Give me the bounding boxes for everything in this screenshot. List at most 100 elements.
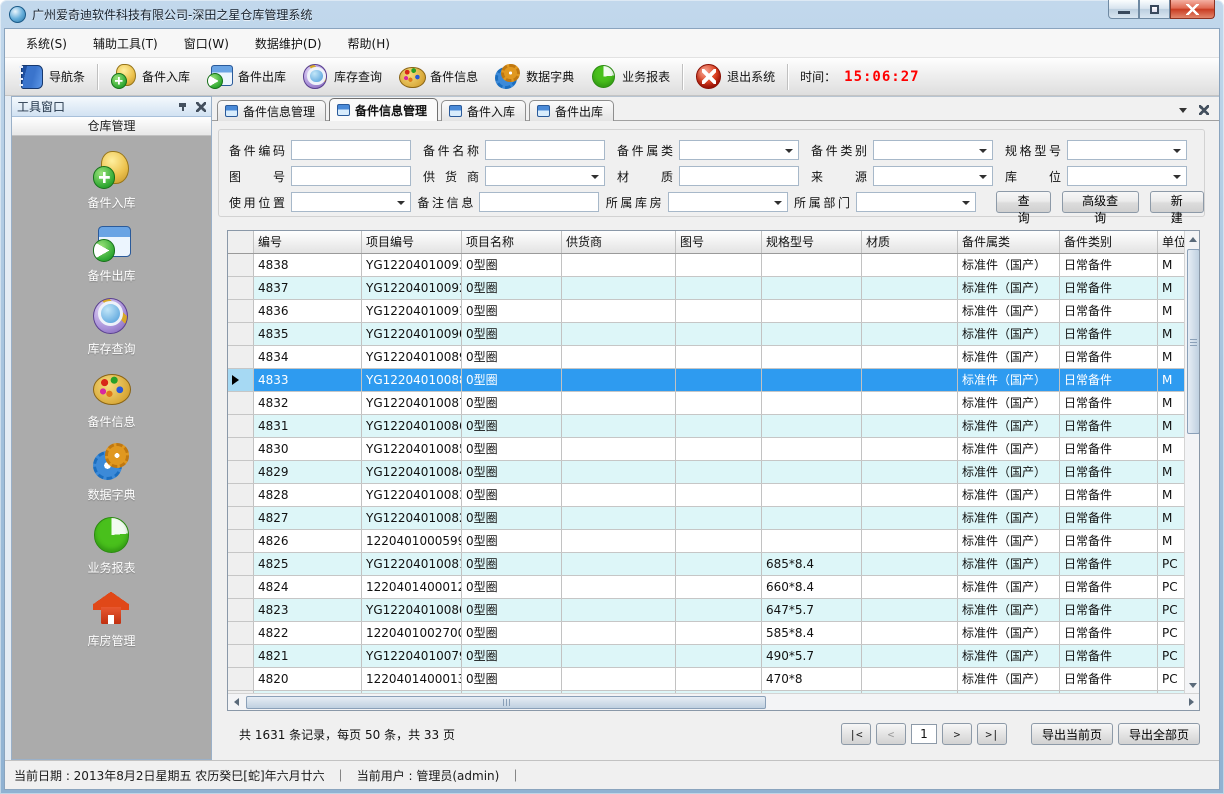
row-selector[interactable] [228,553,254,575]
table-row[interactable]: 4837YG122040100920型圈标准件（国产）日常备件M [228,277,1184,300]
row-selector[interactable] [228,346,254,368]
table-row[interactable]: 4835YG122040100900型圈标准件（国产）日常备件M [228,323,1184,346]
scroll-left-button[interactable] [228,694,244,710]
next-page-button[interactable]: > [942,723,972,745]
page-number-input[interactable]: 1 [911,724,937,744]
toolbar-button-exit-system[interactable]: 退出系统 [687,61,783,93]
row-selector[interactable] [228,254,254,276]
field-select[interactable] [873,166,993,186]
tab-item[interactable]: 备件信息管理 [217,100,326,121]
table-row[interactable]: 4833YG122040100880型圈标准件（国产）日常备件M [228,369,1184,392]
column-header[interactable]: 供货商 [562,231,676,253]
scroll-right-button[interactable] [1183,694,1199,710]
scroll-up-button[interactable] [1185,231,1199,247]
field-input[interactable] [479,192,599,212]
row-selector[interactable] [228,438,254,460]
column-header[interactable]: 规格型号 [762,231,862,253]
row-selector[interactable] [228,645,254,667]
close-panel-icon[interactable] [196,102,206,112]
close-tab-icon[interactable] [1199,105,1209,115]
table-row[interactable]: 482612204010005990型圈标准件（国产）日常备件M [228,530,1184,553]
sidebar-item-warehouse-management[interactable]: 库房管理 [87,588,135,649]
table-row[interactable]: 4834YG122040100890型圈标准件（国产）日常备件M [228,346,1184,369]
query-button[interactable]: 查询 [996,191,1050,213]
row-selector[interactable] [228,300,254,322]
sidebar-item-stock-query[interactable]: 库存查询 [87,296,135,357]
menu-item[interactable]: 帮助(H) [335,30,403,57]
toolbar-button-parts-outbound[interactable]: 备件出库 [198,61,294,93]
new-button[interactable]: 新建 [1150,191,1204,213]
table-row[interactable]: 482012204014000130型圈470*8标准件（国产）日常备件PC [228,668,1184,691]
field-select[interactable] [1067,140,1187,160]
row-selector[interactable] [228,277,254,299]
column-header[interactable]: 单位 [1158,231,1184,253]
column-header[interactable]: 编号 [254,231,362,253]
vertical-scrollbar[interactable] [1184,231,1199,693]
table-row[interactable]: 4825YG122040100810型圈685*8.4标准件（国产）日常备件PC [228,553,1184,576]
column-header[interactable] [228,231,254,253]
minimize-button[interactable] [1108,0,1139,19]
tab-list-dropdown-icon[interactable] [1179,108,1187,113]
field-select[interactable] [668,192,788,212]
row-selector[interactable] [228,530,254,552]
first-page-button[interactable]: |< [841,723,871,745]
tab-active[interactable]: 备件信息管理 [329,98,438,121]
table-row[interactable]: 482212204010027000型圈585*8.4标准件（国产）日常备件PC [228,622,1184,645]
export-all-pages-button[interactable]: 导出全部页 [1118,723,1200,745]
horizontal-scrollbar[interactable] [228,693,1199,710]
field-select[interactable] [1067,166,1187,186]
row-selector[interactable] [228,668,254,690]
toolbar-button-business-report[interactable]: 业务报表 [582,61,678,93]
row-selector[interactable] [228,507,254,529]
row-selector[interactable] [228,622,254,644]
horizontal-scroll-thumb[interactable] [246,696,766,709]
row-selector[interactable] [228,484,254,506]
pin-icon[interactable] [178,101,189,112]
row-selector[interactable] [228,392,254,414]
sidebar-item-data-dictionary[interactable]: 数据字典 [87,442,135,503]
row-selector[interactable] [228,576,254,598]
menu-item[interactable]: 系统(S) [13,30,80,57]
menu-item[interactable]: 窗口(W) [171,30,242,57]
column-header[interactable]: 项目名称 [462,231,562,253]
field-select[interactable] [679,140,799,160]
table-row[interactable]: 4831YG122040100860型圈标准件（国产）日常备件M [228,415,1184,438]
table-row[interactable]: 4836YG122040100910型圈标准件（国产）日常备件M [228,300,1184,323]
row-selector[interactable] [228,323,254,345]
tab-item[interactable]: 备件入库 [441,100,526,121]
table-row[interactable]: 4830YG122040100850型圈标准件（国产）日常备件M [228,438,1184,461]
table-row[interactable]: 4821YG122040100790型圈490*5.7标准件（国产）日常备件PC [228,645,1184,668]
table-row[interactable]: 4827YG122040100820型圈标准件（国产）日常备件M [228,507,1184,530]
vertical-scroll-thumb[interactable] [1187,249,1200,434]
row-selector[interactable] [228,599,254,621]
column-header[interactable]: 材质 [862,231,958,253]
export-current-page-button[interactable]: 导出当前页 [1031,723,1113,745]
menu-item[interactable]: 数据维护(D) [242,30,335,57]
maximize-button[interactable] [1139,0,1170,19]
sidebar-item-parts-outbound[interactable]: 备件出库 [87,223,135,284]
sidebar-item-parts-inbound[interactable]: 备件入库 [87,150,135,211]
row-selector[interactable] [228,415,254,437]
table-row[interactable]: 4838YG122040100930型圈标准件（国产）日常备件M [228,254,1184,277]
last-page-button[interactable]: >| [977,723,1007,745]
field-select[interactable] [856,192,976,212]
column-header[interactable]: 图号 [676,231,762,253]
toolbar-button-parts-info[interactable]: 备件信息 [390,61,486,93]
table-row[interactable]: 4823YG122040100800型圈647*5.7标准件（国产）日常备件PC [228,599,1184,622]
sidebar-item-business-report[interactable]: 业务报表 [87,515,135,576]
field-input[interactable] [291,166,411,186]
row-selector[interactable] [228,369,254,391]
advanced-query-button[interactable]: 高级查询 [1062,191,1139,213]
column-header[interactable]: 备件类别 [1060,231,1158,253]
row-selector[interactable] [228,461,254,483]
sidebar-item-parts-info[interactable]: 备件信息 [87,369,135,430]
toolbar-button-stock-query[interactable]: 库存查询 [294,61,390,93]
table-row[interactable]: 4829YG122040100840型圈标准件（国产）日常备件M [228,461,1184,484]
toolbar-button-data-dictionary[interactable]: 数据字典 [486,61,582,93]
close-button[interactable] [1170,0,1215,19]
field-input[interactable] [679,166,799,186]
field-input[interactable] [485,140,605,160]
menu-item[interactable]: 辅助工具(T) [80,30,171,57]
column-header[interactable]: 项目编号 [362,231,462,253]
tab-item[interactable]: 备件出库 [529,100,614,121]
